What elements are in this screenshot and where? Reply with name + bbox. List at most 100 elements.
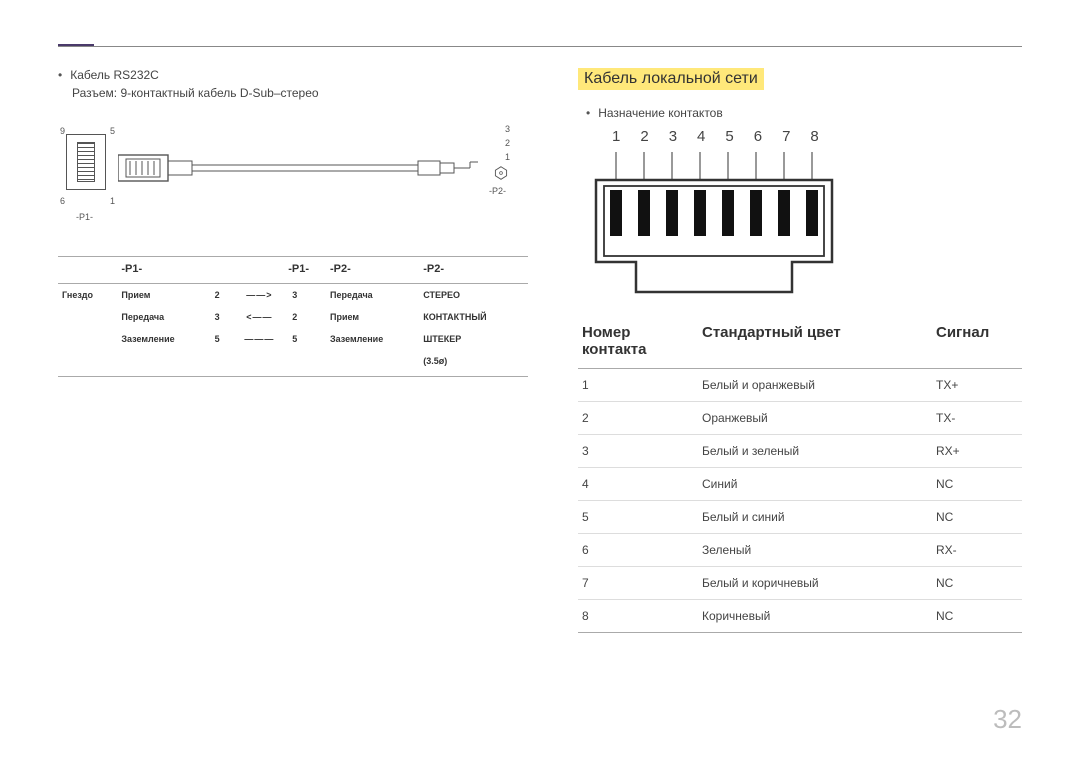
- cell: NC: [932, 468, 1022, 501]
- cell: Белый и коричневый: [698, 567, 932, 600]
- rj45-num: 2: [640, 128, 648, 145]
- rs232-th-p2b: -P2-: [419, 257, 528, 284]
- lan-row: 3Белый и зеленыйRX+: [578, 435, 1022, 468]
- rj45-num: 8: [810, 128, 818, 145]
- cell: Гнездо: [58, 284, 117, 307]
- rs232-header-row: -P1- -P1- -P2- -P2-: [58, 257, 528, 284]
- cell: [58, 328, 117, 350]
- cell: 2: [211, 284, 231, 307]
- cell: 7: [578, 567, 698, 600]
- rj45-num: 5: [725, 128, 733, 145]
- connector-desc: Разъем: 9-контактный кабель D-Sub–стерео: [72, 86, 528, 100]
- rs232-diagram: 9 5 6 1 -P1-: [58, 114, 528, 244]
- plug-r1: 3: [505, 124, 510, 134]
- cell: (3.5ø): [419, 350, 528, 377]
- cell: Передача: [326, 284, 419, 307]
- rj45-num: 6: [754, 128, 762, 145]
- cell: RX-: [932, 534, 1022, 567]
- cell: Прием: [326, 306, 419, 328]
- rs232-th-blank: [58, 257, 117, 284]
- cell: RX+: [932, 435, 1022, 468]
- lan-cable-heading: Кабель локальной сети: [578, 68, 764, 90]
- cell: 5: [578, 501, 698, 534]
- cell: 5: [288, 328, 311, 350]
- lan-th-pin: Номер контакта: [578, 316, 698, 369]
- plug-r3: 1: [505, 152, 510, 162]
- left-column: Кабель RS232C Разъем: 9-контактный кабел…: [58, 68, 528, 633]
- pin-assignment-label: Назначение контактов: [586, 106, 1022, 120]
- rs232-row-extra: (3.5ø): [58, 350, 528, 377]
- cell: Зеленый: [698, 534, 932, 567]
- lan-pinout-table: Номер контакта Стандартный цвет Сигнал 1…: [578, 316, 1022, 633]
- cell: Заземление: [326, 328, 419, 350]
- rs232-row: Заземление 5 ——— 5 Заземление ШТЕКЕР: [58, 328, 528, 350]
- cell: NC: [932, 567, 1022, 600]
- rj45-num: 1: [612, 128, 620, 145]
- lan-header-row: Номер контакта Стандартный цвет Сигнал: [578, 316, 1022, 369]
- rs232-pin-table: -P1- -P1- -P2- -P2- Гнездо Прием 2 ——> 3…: [58, 256, 528, 377]
- lan-row: 1Белый и оранжевыйTX+: [578, 369, 1022, 402]
- rj45-num: 3: [669, 128, 677, 145]
- dsub-icon: [58, 134, 118, 194]
- cell: Белый и зеленый: [698, 435, 932, 468]
- header-rule: [58, 46, 1022, 47]
- cell: Белый и оранжевый: [698, 369, 932, 402]
- right-column: Кабель локальной сети Назначение контакт…: [578, 68, 1022, 633]
- cell: 1: [578, 369, 698, 402]
- cable-drawing: [118, 149, 478, 189]
- rj45-pin-numbers: 1 2 3 4 5 6 7 8: [612, 128, 819, 145]
- cell: КОНТАКТНЫЙ: [419, 306, 528, 328]
- lan-th-signal: Сигнал: [932, 316, 1022, 369]
- cell: Заземление: [117, 328, 210, 350]
- rs232-th-p1a: -P1-: [117, 257, 230, 284]
- cell: 5: [211, 328, 231, 350]
- cell: 3: [211, 306, 231, 328]
- cell: Синий: [698, 468, 932, 501]
- cell: ШТЕКЕР: [419, 328, 528, 350]
- label-p1: -P1-: [76, 212, 93, 222]
- cell: NC: [932, 501, 1022, 534]
- cell: Коричневый: [698, 600, 932, 633]
- rj45-num: 7: [782, 128, 790, 145]
- cell: Оранжевый: [698, 402, 932, 435]
- rs232-th-p2a: -P2-: [326, 257, 419, 284]
- rj45-icon: [592, 152, 852, 302]
- rs232-row: Передача 3 <—— 2 Прием КОНТАКТНЫЙ: [58, 306, 528, 328]
- pin-1: 1: [110, 196, 115, 206]
- cell: 8: [578, 600, 698, 633]
- cell: NC: [932, 600, 1022, 633]
- label-p2: -P2-: [489, 186, 506, 196]
- cell: [58, 306, 117, 328]
- cell: 2: [578, 402, 698, 435]
- lan-row: 4СинийNC: [578, 468, 1022, 501]
- rj45-num: 4: [697, 128, 705, 145]
- arrow-icon: ———: [230, 328, 288, 350]
- lan-th-color: Стандартный цвет: [698, 316, 932, 369]
- lan-row: 7Белый и коричневыйNC: [578, 567, 1022, 600]
- arrow-icon: ——>: [230, 284, 288, 307]
- cell: СТЕРЕО: [419, 284, 528, 307]
- lan-row: 6ЗеленыйRX-: [578, 534, 1022, 567]
- plug-r2: 2: [505, 138, 510, 148]
- lan-row: 5Белый и синийNC: [578, 501, 1022, 534]
- arrow-icon: <——: [230, 306, 288, 328]
- pin-6: 6: [60, 196, 65, 206]
- rs232-th-p1b: -P1-: [288, 257, 326, 284]
- rs232-row: Гнездо Прием 2 ——> 3 Передача СТЕРЕО: [58, 284, 528, 307]
- page-number: 32: [993, 704, 1022, 735]
- cell: TX+: [932, 369, 1022, 402]
- cell: Прием: [117, 284, 210, 307]
- cell: 6: [578, 534, 698, 567]
- hex-icon: [494, 166, 508, 180]
- cable-title: Кабель RS232C: [58, 68, 528, 82]
- cell: 4: [578, 468, 698, 501]
- lan-row: 8КоричневыйNC: [578, 600, 1022, 633]
- cell: TX-: [932, 402, 1022, 435]
- cell: 2: [288, 306, 311, 328]
- rj45-diagram: 1 2 3 4 5 6 7 8: [592, 128, 852, 298]
- cell: Передача: [117, 306, 210, 328]
- rs232-th-arrow: [230, 257, 288, 284]
- cell: 3: [578, 435, 698, 468]
- cell: 3: [288, 284, 311, 307]
- lan-row: 2ОранжевыйTX-: [578, 402, 1022, 435]
